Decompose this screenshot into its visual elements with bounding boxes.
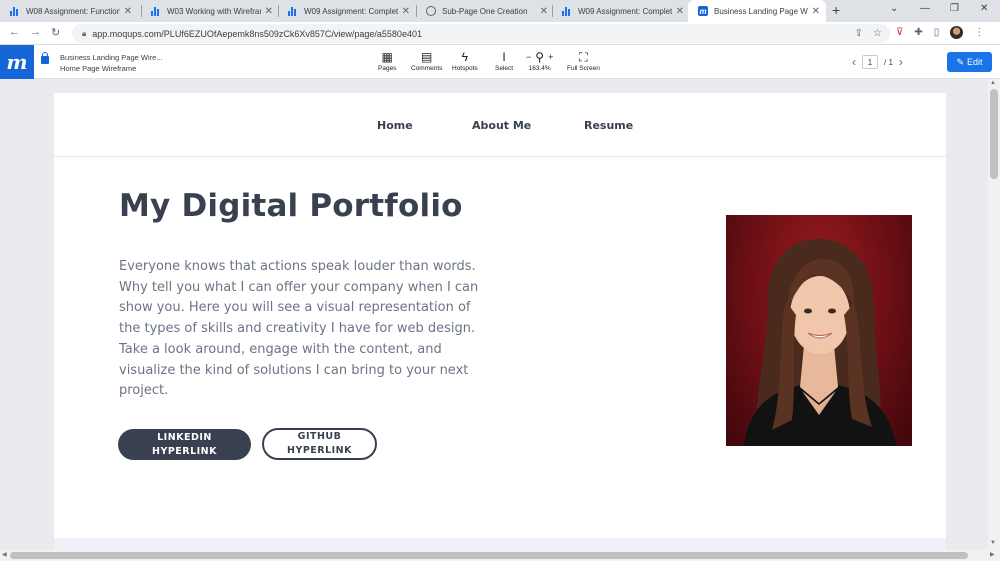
back-icon[interactable]: ← — [9, 26, 20, 38]
zoom-controls: − ⚲ + — [526, 49, 553, 65]
forward-icon[interactable]: → — [30, 26, 41, 38]
browser-tab[interactable]: W08 Assignment: Functions ✕ — [0, 0, 138, 22]
moqups-icon: m — [698, 6, 708, 16]
tool-label: Select — [495, 65, 514, 72]
tool-label: Full Screen — [567, 65, 600, 72]
linkedin-button[interactable]: LINKEDIN HYPERLINK — [118, 429, 251, 460]
extension-icon[interactable]: ⊽ — [896, 27, 903, 38]
tool-label: Hotspots — [452, 65, 478, 72]
close-icon[interactable]: ✕ — [540, 6, 548, 17]
new-tab-icon[interactable]: + — [832, 2, 840, 18]
page-total: / 1 — [884, 57, 893, 67]
project-name: Business Landing Page Wire... — [60, 53, 163, 62]
wireframe-canvas[interactable]: Home About Me Resume My Digital Portfoli… — [0, 79, 988, 550]
zoom-out-button[interactable]: − — [526, 49, 531, 65]
menu-kebab-icon[interactable]: ⋮ — [974, 27, 984, 38]
url-text: app.moqups.com/PLUf6EZUOfAepemk8ns509zCk… — [92, 28, 422, 39]
restore-icon[interactable]: ❐ — [950, 3, 959, 14]
lock-icon: 🔒︎ — [82, 28, 87, 38]
tool-pages[interactable]: ▦ Pages — [378, 49, 396, 72]
close-icon[interactable]: ✕ — [676, 6, 684, 17]
pages-icon: ▦ — [381, 50, 393, 64]
tab-title: W08 Assignment: Functions — [26, 6, 120, 16]
tab-title: W09 Assignment: Complete — [578, 6, 672, 16]
tool-label: Pages — [378, 65, 397, 72]
chevron-left-icon[interactable]: ‹ — [852, 55, 856, 69]
fullscreen-icon: ⛶ — [579, 50, 588, 64]
close-icon[interactable]: ✕ — [402, 6, 410, 17]
browser-tab[interactable]: W09 Assignment: Complete ✕ — [552, 0, 690, 22]
tab-title: Sub-Page One Creation — [442, 6, 528, 16]
edit-label: Edit — [967, 57, 983, 67]
share-icon[interactable]: ⇪ — [855, 28, 863, 39]
address-bar: ← → ↻ 🔒︎ app.moqups.com/PLUf6EZUOfAepemk… — [0, 22, 1000, 45]
url-input[interactable]: 🔒︎ app.moqups.com/PLUf6EZUOfAepemk8ns509… — [72, 24, 890, 43]
pencil-icon: ✎ — [956, 56, 965, 67]
page-name: Home Page Wireframe — [60, 64, 137, 73]
tool-label: Comments — [411, 65, 443, 72]
profile-photo — [726, 215, 912, 446]
tab-search-icon[interactable]: ⌄ — [890, 3, 898, 14]
edit-button[interactable]: ✎ Edit — [947, 52, 992, 72]
tab-title: W09 Assignment: Complete — [304, 6, 398, 16]
canvas-bars-icon — [151, 6, 161, 16]
browser-tab[interactable]: W03 Working with Wirefram ✕ — [141, 0, 279, 22]
select-cursor-icon: I — [502, 50, 506, 64]
globe-icon — [426, 6, 436, 16]
tool-comments[interactable]: ▤ Comments — [411, 49, 442, 72]
tool-select[interactable]: I Select — [495, 49, 513, 72]
scroll-down-icon[interactable]: ▼ — [990, 540, 996, 546]
moqups-logo[interactable]: m — [0, 45, 34, 79]
page-number-input[interactable]: 1 — [862, 55, 878, 69]
vertical-scrollbar[interactable]: ▲ ▼ — [988, 79, 1000, 550]
close-icon[interactable]: ✕ — [124, 6, 132, 17]
minimize-icon[interactable]: — — [920, 3, 930, 14]
browser-tab-strip: W08 Assignment: Functions ✕ W03 Working … — [0, 0, 1000, 22]
browser-tab-active[interactable]: m Business Landing Page Wire ✕ — [688, 0, 826, 22]
scroll-thumb[interactable] — [990, 89, 998, 179]
moqups-toolbar: m Business Landing Page Wire... Home Pag… — [0, 45, 1000, 79]
canvas-bars-icon — [562, 6, 572, 16]
zoom-icon: ⚲ — [535, 50, 545, 64]
close-icon[interactable]: ✕ — [812, 6, 820, 17]
tab-title: Business Landing Page Wire — [714, 6, 808, 16]
zoom-in-button[interactable]: + — [548, 49, 553, 65]
profile-avatar[interactable] — [950, 26, 964, 39]
github-button[interactable]: GITHUB HYPERLINK — [262, 428, 377, 460]
reload-icon[interactable]: ↻ — [51, 26, 60, 39]
tool-zoom[interactable]: − ⚲ + 163.4% — [526, 49, 553, 72]
portrait-illustration — [744, 238, 896, 446]
page-pager: ‹ 1 / 1 › — [852, 55, 903, 69]
canvas-bars-icon — [288, 6, 298, 16]
nav-resume[interactable]: Resume — [584, 119, 633, 132]
hero-title: My Digital Portfolio — [119, 188, 463, 224]
lock-icon — [41, 52, 49, 64]
site-nav: Home About Me Resume — [54, 93, 946, 157]
browser-tab[interactable]: W09 Assignment: Complete ✕ — [278, 0, 416, 22]
wireframe-page: Home About Me Resume My Digital Portfoli… — [54, 93, 946, 538]
scroll-right-icon[interactable]: ▶ — [990, 551, 995, 558]
horizontal-scrollbar[interactable]: ◀ ▶ — [0, 550, 1000, 561]
sidepanel-icon[interactable]: ▯ — [934, 27, 940, 38]
hero-intro: Everyone knows that actions speak louder… — [119, 259, 479, 399]
browser-tab[interactable]: Sub-Page One Creation ✕ — [416, 0, 554, 22]
comments-icon: ▤ — [421, 50, 433, 64]
hotspots-icon: ϟ — [461, 50, 468, 64]
nav-home[interactable]: Home — [377, 119, 413, 132]
canvas-bars-icon — [10, 6, 20, 16]
tab-title: W03 Working with Wirefram — [167, 6, 261, 16]
bookmark-star-icon[interactable]: ☆ — [873, 28, 882, 39]
scroll-thumb[interactable] — [10, 552, 968, 559]
chevron-right-icon[interactable]: › — [899, 55, 903, 69]
scroll-left-icon[interactable]: ◀ — [2, 551, 7, 558]
nav-about-me[interactable]: About Me — [472, 119, 531, 132]
window-close-icon[interactable]: ✕ — [980, 3, 988, 14]
project-breadcrumb[interactable]: Business Landing Page Wire... Home Page … — [60, 52, 163, 74]
scroll-up-icon[interactable]: ▲ — [990, 80, 996, 86]
tool-hotspots[interactable]: ϟ Hotspots — [452, 49, 478, 72]
extensions-puzzle-icon[interactable]: ✚ — [914, 27, 922, 38]
tool-fullscreen[interactable]: ⛶ Full Screen — [567, 49, 600, 72]
close-icon[interactable]: ✕ — [265, 6, 273, 17]
zoom-level: 163.4% — [528, 65, 551, 72]
